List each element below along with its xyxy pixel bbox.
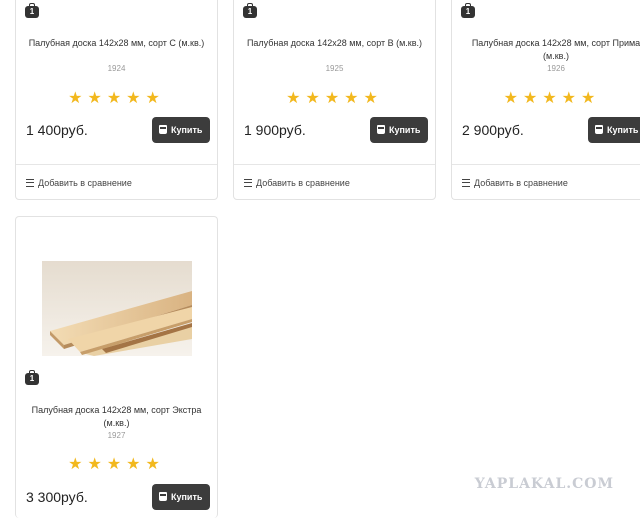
cart-icon [159, 125, 167, 134]
product-title[interactable]: Палубная доска 142х28 мм, сорт С (м.кв.) [24, 37, 209, 50]
product-card: 1 Палубная доска 142х28 мм, сорт С (м.кв… [15, 0, 218, 200]
list-icon [462, 178, 470, 187]
product-code: 1925 [325, 64, 344, 73]
buy-button[interactable]: Купить [152, 484, 210, 510]
product-title[interactable]: Палубная доска 142х28 мм, сорт Экстра (м… [30, 404, 203, 430]
list-icon [26, 178, 34, 187]
divider [16, 164, 217, 165]
product-code: 1926 [547, 64, 565, 73]
compare-link[interactable]: Добавить в сравнение [244, 178, 350, 188]
product-code: 1924 [107, 64, 126, 73]
badge-icon: 1 [461, 3, 475, 18]
buy-button[interactable]: Купить [588, 117, 640, 143]
rating-stars: ★★★★★ [286, 90, 383, 107]
product-card: 1 Палубная доска 142х28 мм, сорт В (м.кв… [233, 0, 436, 200]
cart-icon [377, 125, 385, 134]
product-price: 2 900руб. [462, 122, 524, 138]
divider [452, 164, 640, 165]
compare-link[interactable]: Добавить в сравнение [462, 178, 568, 188]
buy-button-label: Купить [607, 125, 639, 135]
cart-icon [595, 125, 603, 134]
cart-icon [159, 492, 167, 501]
product-title[interactable]: Палубная доска 142х28 мм, сорт Прима (м.… [466, 37, 640, 63]
product-code: 1927 [107, 431, 126, 440]
buy-button[interactable]: Купить [152, 117, 210, 143]
rating-stars: ★★★★★ [68, 90, 165, 107]
product-price: 3 300руб. [26, 489, 88, 505]
buy-button[interactable]: Купить [370, 117, 428, 143]
watermark: YAPLAKAL.COM [474, 476, 614, 492]
buy-button-label: Купить [389, 125, 421, 135]
badge-icon: 1 [25, 3, 39, 18]
badge-icon: 1 [25, 370, 39, 385]
buy-button-label: Купить [171, 492, 203, 502]
product-card: 1 Палубная доска 142х28 мм, сорт Прима (… [451, 0, 640, 200]
buy-button-label: Купить [171, 125, 203, 135]
compare-link[interactable]: Добавить в сравнение [26, 178, 132, 188]
compare-label: Добавить в сравнение [38, 178, 132, 188]
product-card: 1 Палубная доска 142х28 мм, сорт Экстра … [15, 216, 218, 518]
product-price: 1 900руб. [244, 122, 306, 138]
rating-stars: ★★★★★ [503, 90, 601, 107]
product-image[interactable] [42, 261, 192, 356]
product-title[interactable]: Палубная доска 142х28 мм, сорт В (м.кв.) [242, 37, 427, 50]
list-icon [244, 178, 252, 187]
badge-icon: 1 [243, 3, 257, 18]
divider [234, 164, 435, 165]
compare-label: Добавить в сравнение [474, 178, 568, 188]
rating-stars: ★★★★★ [68, 456, 165, 473]
product-price: 1 400руб. [26, 122, 88, 138]
compare-label: Добавить в сравнение [256, 178, 350, 188]
